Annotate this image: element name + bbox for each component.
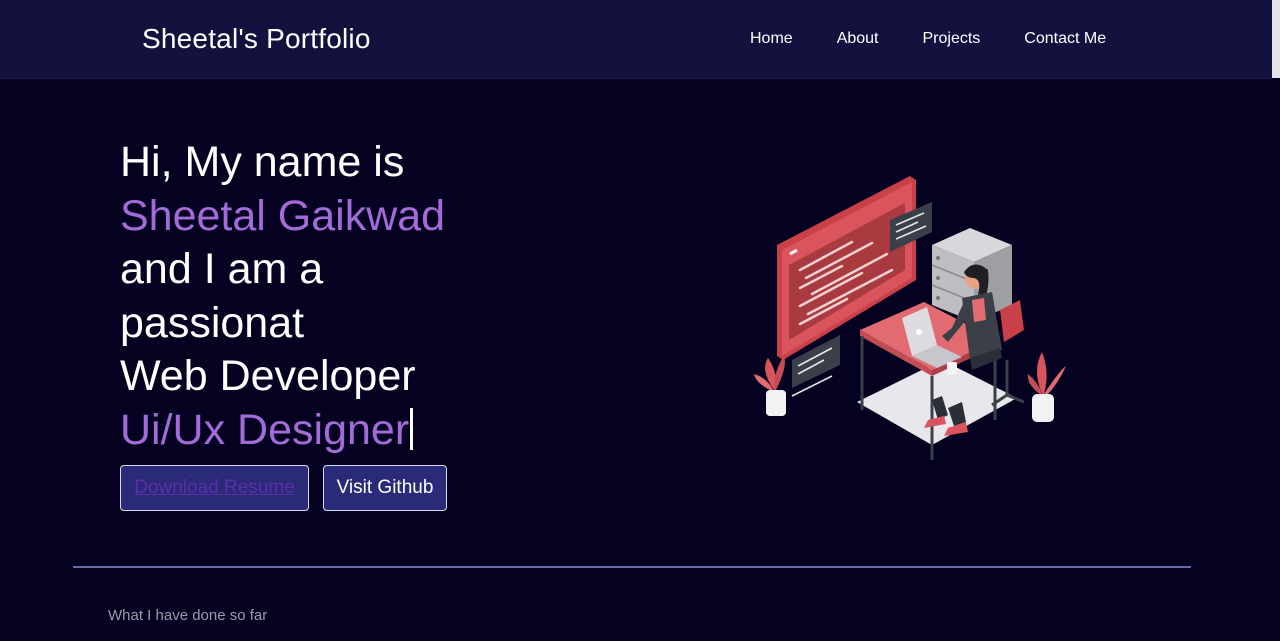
navbar: Sheetal's Portfolio Home About Projects …	[0, 0, 1272, 79]
page: Sheetal's Portfolio Home About Projects …	[0, 0, 1280, 641]
section-subtitle: What I have done so far	[108, 607, 268, 624]
nav-link-home[interactable]: Home	[750, 29, 793, 49]
scrollbar-track[interactable]	[1272, 0, 1280, 78]
brand-logo-text[interactable]: Sheetal's Portfolio	[142, 22, 371, 56]
plant-right	[1027, 352, 1066, 422]
hero-line-and: and I am a	[120, 245, 324, 293]
nav-link-about[interactable]: About	[837, 29, 879, 49]
hero-role-typed: Ui/Ux Designer	[120, 404, 445, 458]
visit-github-button[interactable]: Visit Github	[323, 465, 447, 511]
nav-links: Home About Projects Contact Me	[750, 29, 1150, 49]
hero-line-passion: passionat	[120, 298, 305, 347]
download-resume-button[interactable]: Download Resume	[120, 465, 309, 511]
hero-heading: Hi, My name is Sheetal Gaikwad and I am …	[120, 136, 445, 457]
nav-link-projects[interactable]: Projects	[923, 29, 981, 49]
typing-cursor	[410, 407, 414, 450]
hero-greeting: Hi, My name is	[120, 138, 405, 186]
hero-role-uiux: Ui/Ux Designer	[120, 405, 410, 454]
section-divider	[73, 566, 1191, 568]
developer-illustration	[754, 176, 1066, 460]
hero-name: Sheetal Gaikwad	[120, 191, 446, 240]
mug	[947, 362, 957, 374]
nav-link-contact[interactable]: Contact Me	[1024, 29, 1106, 49]
hero-role-web: Web Developer	[120, 352, 416, 400]
plant-left	[754, 356, 786, 416]
